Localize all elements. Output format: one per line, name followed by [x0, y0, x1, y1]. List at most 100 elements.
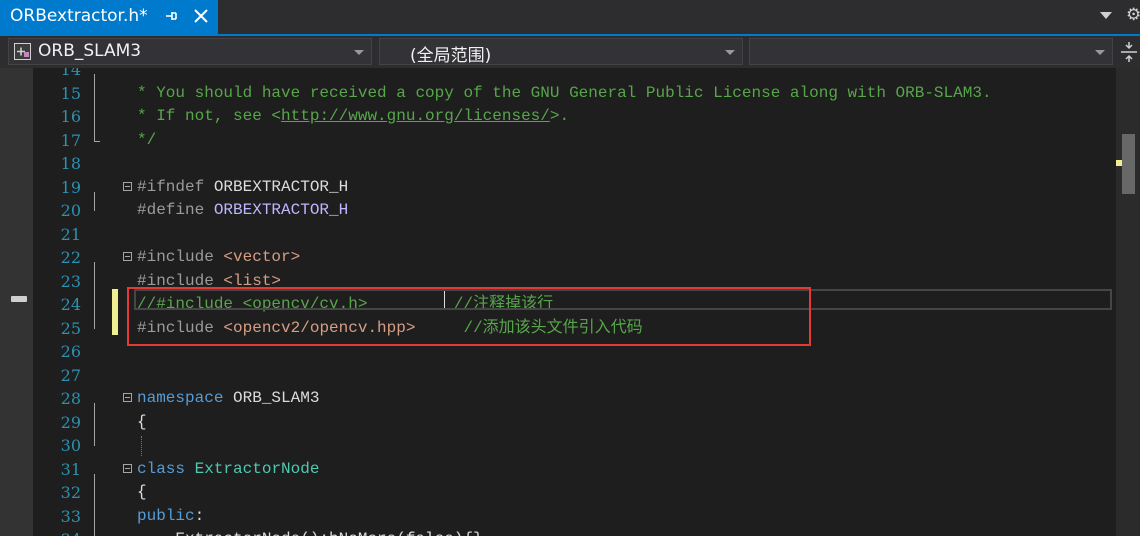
- code-line[interactable]: 31 class ExtractorNode: [33, 458, 1116, 482]
- line-number: 15: [60, 83, 81, 103]
- line-number: 22: [60, 248, 81, 267]
- code-token: * If not, see <: [137, 107, 282, 125]
- code-text: {: [137, 411, 147, 435]
- line-number: 26: [60, 342, 81, 361]
- comment-block-guide: [94, 74, 95, 141]
- code-line[interactable]: 34 ExtractorNode():bNoMore(false){}: [33, 528, 1116, 536]
- document-tab-strip: ORBextractor.h* ⚙: [0, 0, 1140, 36]
- collapse-icon[interactable]: [123, 252, 132, 261]
- project-icon: [14, 43, 31, 60]
- annotation-highlight-box: [127, 287, 811, 346]
- code-token[interactable]: http://www.gnu.org/licenses/: [281, 107, 550, 125]
- line-number: 21: [60, 224, 81, 244]
- project-dropdown[interactable]: ORB_SLAM3: [8, 38, 372, 65]
- document-tab[interactable]: ORBextractor.h*: [0, 0, 218, 34]
- line-number: 24: [60, 295, 81, 314]
- code-token: >.: [549, 107, 570, 125]
- code-line[interactable]: 33 public:: [33, 505, 1116, 529]
- chevron-down-icon: [1095, 50, 1105, 55]
- code-line[interactable]: 19 #ifndef ORBEXTRACTOR_H: [33, 176, 1116, 200]
- chevron-down-icon[interactable]: [1100, 12, 1112, 19]
- code-line[interactable]: 30: [33, 434, 1116, 458]
- line-number: 16: [60, 107, 81, 126]
- scope-dropdown[interactable]: (全局范围): [379, 38, 743, 66]
- navigation-bar: ORB_SLAM3 (全局范围): [0, 36, 1140, 68]
- line-number: 34: [33, 528, 81, 536]
- comment-block-guide-end: [94, 140, 100, 142]
- member-dropdown[interactable]: [749, 38, 1113, 65]
- collapse-icon[interactable]: [123, 463, 132, 473]
- line-number: 27: [60, 365, 81, 385]
- indicator-margin: [0, 68, 33, 536]
- code-token: <vector>: [223, 248, 301, 266]
- code-token: #define: [137, 201, 214, 219]
- code-token: public: [137, 506, 195, 525]
- code-text: {: [137, 481, 147, 505]
- scrollbar-thumb[interactable]: [1122, 134, 1135, 194]
- project-name: ORB_SLAM3: [38, 41, 142, 61]
- line-number: 29: [60, 412, 81, 432]
- code-line[interactable]: 18: [33, 152, 1116, 176]
- line-number: 23: [60, 271, 81, 291]
- code-token: :: [194, 506, 205, 525]
- split-editor-icon[interactable]: [1119, 40, 1139, 64]
- line-number: 31: [60, 459, 81, 479]
- line-number: 28: [60, 389, 81, 408]
- gear-icon[interactable]: ⚙: [1126, 5, 1140, 25]
- code-text: public:: [137, 505, 204, 529]
- collapse-icon[interactable]: [123, 181, 132, 191]
- code-line[interactable]: 14: [33, 68, 1116, 82]
- code-token: * You should have received a copy of the…: [137, 83, 992, 102]
- line-number: 18: [60, 154, 81, 173]
- code-token: ExtractorNode: [194, 459, 320, 478]
- code-line[interactable]: 16 * If not, see <http://www.gnu.org/lice…: [33, 105, 1116, 129]
- code-token: ExtractorNode():bNoMore(false){}: [137, 530, 482, 536]
- code-line[interactable]: 15 * You should have received a copy of t…: [33, 82, 1116, 106]
- code-text: [137, 68, 156, 82]
- namespace-block-guide: [94, 403, 95, 446]
- code-text: * You should have received a copy of the…: [137, 82, 992, 106]
- code-line[interactable]: 28 namespace ORB_SLAM3: [33, 387, 1116, 411]
- code-line[interactable]: 32 {: [33, 481, 1116, 505]
- code-text: namespace ORB_SLAM3: [137, 387, 319, 411]
- indent-guide: [141, 436, 142, 456]
- ifndef-block-guide: [94, 191, 95, 211]
- code-token: */: [137, 130, 157, 149]
- code-token: #ifndef: [137, 177, 214, 196]
- code-token: namespace: [137, 389, 224, 407]
- code-token: class: [137, 459, 186, 478]
- code-text: #ifndef ORBEXTRACTOR_H: [137, 176, 348, 200]
- class-block-guide: [94, 473, 95, 536]
- line-number: 17: [60, 130, 81, 150]
- code-line[interactable]: 22 #include <vector>: [33, 246, 1116, 270]
- code-token: ORBEXTRACTOR_H: [213, 177, 349, 196]
- code-token: ORB_SLAM3: [223, 389, 320, 407]
- line-number: 19: [60, 177, 81, 197]
- line-number: 32: [60, 483, 81, 502]
- scope-name: (全局范围): [410, 46, 492, 66]
- line-number: 25: [60, 318, 81, 338]
- chevron-down-icon: [354, 50, 364, 55]
- pin-icon[interactable]: [164, 9, 178, 23]
- code-line[interactable]: 20 #define ORBEXTRACTOR_H: [33, 199, 1116, 223]
- change-marker: [112, 289, 118, 335]
- code-text: #define ORBEXTRACTOR_H: [137, 199, 348, 223]
- vertical-scrollbar[interactable]: [1116, 68, 1140, 536]
- code-line[interactable]: 29 {: [33, 411, 1116, 435]
- code-token: #include: [137, 248, 224, 266]
- close-icon[interactable]: [192, 7, 210, 25]
- code-text: */: [137, 129, 156, 153]
- code-text: * If not, see <http://www.gnu.org/licens…: [137, 105, 569, 129]
- document-tab-title[interactable]: ORBextractor.h*: [10, 6, 148, 26]
- code-line[interactable]: 27: [33, 364, 1116, 388]
- line-number: 14: [60, 68, 81, 79]
- code-line[interactable]: 21: [33, 223, 1116, 247]
- code-text: class ExtractorNode: [137, 458, 319, 482]
- line-number: 20: [60, 201, 81, 220]
- collapse-icon[interactable]: [123, 393, 132, 402]
- code-line[interactable]: 17 */: [33, 129, 1116, 153]
- scrollbar-change-marker: [1116, 160, 1122, 166]
- include-block-guide: [94, 262, 95, 329]
